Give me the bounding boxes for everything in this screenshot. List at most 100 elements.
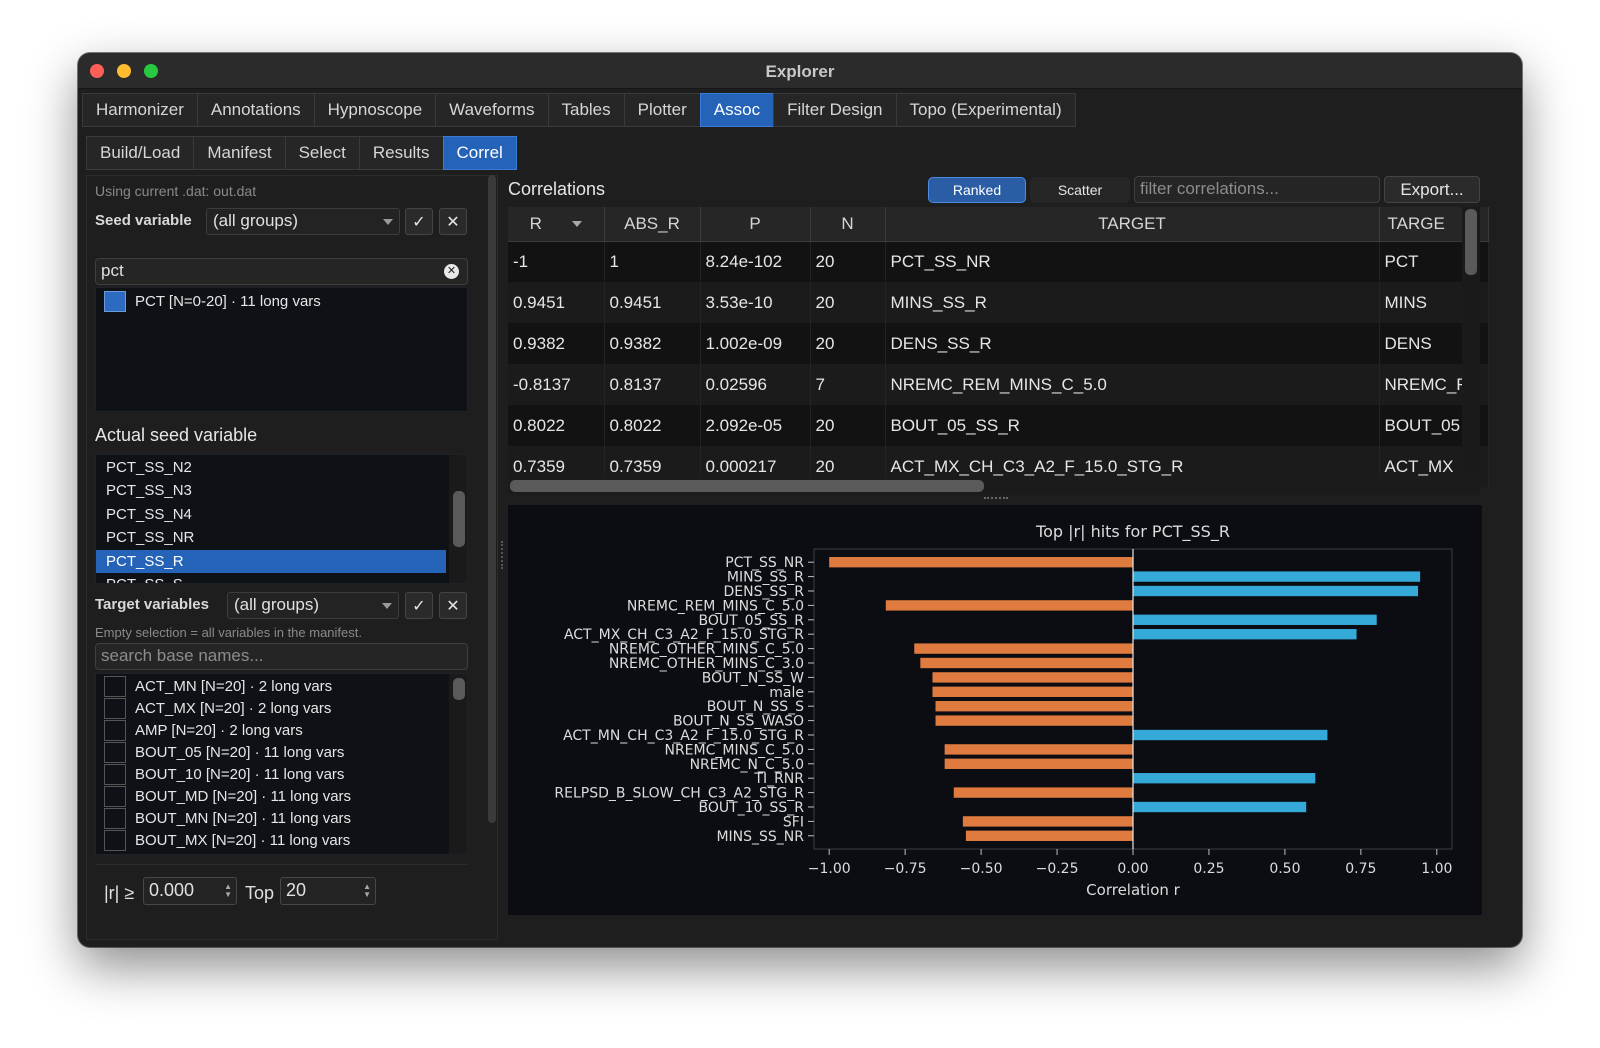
group-checkbox[interactable] (104, 829, 126, 851)
target-group-item[interactable]: BOUT_10 [N=20] · 11 long vars (104, 763, 344, 785)
table-row[interactable]: 0.9451 0.9451 3.53e-10 20 MINS_SS_R MINS (508, 282, 1489, 323)
table-row[interactable]: -1 1 8.24e-102 20 PCT_SS_NR PCT (508, 241, 1489, 282)
filter-correlations-input[interactable]: filter correlations... (1134, 176, 1380, 203)
tab-assoc[interactable]: Assoc (699, 93, 774, 127)
cell-abs-r: 0.8137 (604, 364, 701, 405)
subtab-manifest[interactable]: Manifest (193, 136, 285, 170)
table-row[interactable]: 0.8022 0.8022 2.092e-05 20 BOUT_05_SS_R BOUT_… (508, 405, 1489, 446)
table-row[interactable]: -0.8137 0.8137 0.02596 7 NREMC_REM_MINS_C_5.… (508, 364, 1489, 405)
target-clear-button[interactable]: ✕ (439, 592, 467, 619)
bar-bout-n-ss-w (932, 672, 1133, 683)
column-header-r[interactable]: R (508, 207, 605, 242)
seed-list-scroll-thumb[interactable] (453, 491, 465, 547)
group-checkbox[interactable] (104, 675, 126, 697)
seed-list-scrollbar[interactable] (449, 455, 467, 583)
target-group-item[interactable]: BOUT_05 [N=20] · 11 long vars (104, 741, 344, 763)
column-header-target[interactable]: TARGET (885, 207, 1380, 242)
target-search-placeholder: search base names... (101, 646, 264, 665)
target-list-scrollbar[interactable] (449, 674, 467, 854)
group-checkbox[interactable] (104, 697, 126, 719)
group-checkbox[interactable] (104, 807, 126, 829)
column-header-n[interactable]: N (810, 207, 886, 242)
top-n-spinbox[interactable]: 20 ▲ ▼ (280, 877, 376, 905)
bar-male (932, 686, 1133, 697)
table-vscroll-thumb[interactable] (1465, 209, 1477, 275)
bar-bout-05-ss-r (1133, 614, 1377, 625)
target-confirm-button[interactable]: ✓ (405, 592, 433, 619)
subtab-build-load[interactable]: Build/Load (86, 136, 194, 170)
target-group-item[interactable]: BOUT_MD [N=20] · 11 long vars (104, 785, 351, 807)
r-threshold-spinbox[interactable]: 0.000 ▲ ▼ (143, 877, 237, 905)
cell-p: 8.24e-102 (700, 241, 811, 282)
chart-title: Top |r| hits for PCT_SS_R (1035, 522, 1230, 542)
seed-confirm-button[interactable]: ✓ (405, 208, 433, 235)
seed-var-item[interactable]: PCT_SS_N3 (96, 479, 446, 502)
tab-plotter[interactable]: Plotter (623, 93, 700, 127)
column-header-label: TARGET (1098, 213, 1166, 233)
spin-arrows-icon[interactable]: ▲ ▼ (224, 883, 232, 899)
target-group-item[interactable]: ACT_MN [N=20] · 2 long vars (104, 675, 332, 697)
table-hscrollbar[interactable] (508, 477, 1480, 495)
seed-variable-label: Seed variable (95, 212, 192, 229)
left-panel-scrollbar[interactable] (485, 175, 497, 823)
group-checkbox[interactable] (104, 719, 126, 741)
table-row[interactable]: 0.9382 0.9382 1.002e-09 20 DENS_SS_R DENS (508, 323, 1489, 364)
tab-annotations[interactable]: Annotations (196, 93, 314, 127)
sort-descending-icon (571, 221, 582, 228)
seed-var-item[interactable]: PCT_SS_N4 (96, 503, 446, 526)
x-tick-label: 1.00 (1421, 861, 1452, 877)
bar-mins-ss-nr (965, 830, 1133, 841)
seed-var-item[interactable]: PCT_SS_N2 (96, 456, 446, 479)
cell-r: 0.9451 (508, 282, 605, 323)
bar-nremc-n-c-5-0 (944, 758, 1133, 769)
splitter-handle[interactable] (501, 541, 504, 569)
table-hscroll-thumb[interactable] (510, 480, 984, 492)
x-tick-label: 0.25 (1193, 861, 1224, 877)
seed-search-input[interactable]: pct ✕ (95, 258, 468, 285)
target-group-combo[interactable]: (all groups) (227, 592, 399, 619)
tab-waveforms[interactable]: Waveforms (435, 93, 548, 127)
column-header-p[interactable]: P (700, 207, 811, 242)
column-header-abs-r[interactable]: ABS_R (604, 207, 701, 242)
group-checkbox[interactable] (104, 785, 126, 807)
column-header-label: TARGE (1387, 213, 1445, 233)
group-checkbox[interactable] (104, 763, 126, 785)
group-checkbox[interactable] (104, 741, 126, 763)
ranked-mode-button[interactable]: Ranked (928, 177, 1026, 203)
cell-abs-r: 0.9451 (604, 282, 701, 323)
filter-placeholder: filter correlations... (1140, 179, 1279, 198)
pane-splitter-handle[interactable] (984, 497, 1008, 500)
target-group-item[interactable]: AMP [N=20] · 2 long vars (104, 719, 303, 741)
seed-var-item[interactable]: PCT_SS_NR (96, 526, 446, 549)
seed-group-item[interactable]: PCT [N=0-20] · 11 long vars (104, 290, 321, 312)
seed-var-item[interactable]: PCT_SS_S (96, 573, 446, 583)
tab-hypnoscope[interactable]: Hypnoscope (313, 93, 436, 127)
target-list-scroll-thumb[interactable] (453, 678, 465, 700)
left-panel-scroll-thumb[interactable] (488, 175, 496, 823)
target-group-item[interactable]: BOUT_MX [N=20] · 11 long vars (104, 829, 350, 851)
export-button[interactable]: Export... (1384, 176, 1480, 203)
tab-filter-design[interactable]: Filter Design (773, 93, 896, 127)
target-search-input[interactable]: search base names... (95, 643, 468, 670)
target-group-item[interactable]: ACT_MX [N=20] · 2 long vars (104, 697, 331, 719)
subtab-correl[interactable]: Correl (442, 136, 517, 170)
cell-abs-r: 1 (604, 241, 701, 282)
spin-arrows-icon[interactable]: ▲ ▼ (363, 883, 371, 899)
target-group-item[interactable]: BOUT_MN [N=20] · 11 long vars (104, 807, 351, 829)
group-checkbox-checked[interactable] (104, 290, 126, 312)
seed-var-item[interactable]: PCT_SS_R (96, 549, 446, 573)
tab-topo-experimental[interactable]: Topo (Experimental) (895, 93, 1076, 127)
table-vscrollbar[interactable] (1462, 207, 1480, 477)
subtab-select[interactable]: Select (284, 136, 359, 170)
scatter-mode-button[interactable]: Scatter (1030, 177, 1130, 203)
seed-group-combo[interactable]: (all groups) (206, 208, 400, 235)
cell-n: 7 (810, 364, 886, 405)
subtab-results[interactable]: Results (358, 136, 443, 170)
bar-pct-ss-nr (829, 557, 1133, 568)
seed-clear-button[interactable]: ✕ (439, 208, 467, 235)
tab-harmonizer[interactable]: Harmonizer (82, 93, 197, 127)
tab-tables[interactable]: Tables (547, 93, 624, 127)
clear-search-icon[interactable]: ✕ (444, 264, 459, 279)
group-label: BOUT_MN [N=20] · 11 long vars (135, 809, 352, 827)
bar-nremc-rem-mins-c-5-0 (885, 600, 1133, 611)
